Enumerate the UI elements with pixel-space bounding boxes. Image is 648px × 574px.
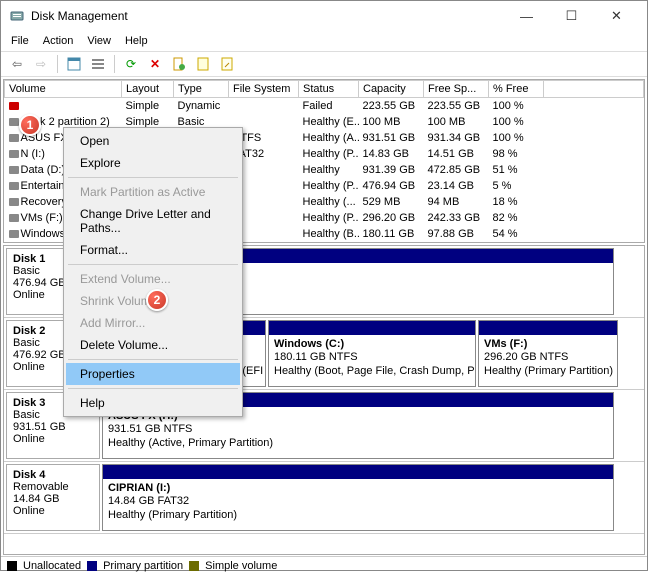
delete-icon[interactable]: ✕ [145,54,165,74]
menu-action[interactable]: Action [43,35,74,47]
ctx-explore[interactable]: Explore [66,152,240,174]
ctx-delete[interactable]: Delete Volume... [66,334,240,356]
partition[interactable]: CIPRIAN (I:)14.84 GB FAT32Healthy (Prima… [102,464,614,531]
legend: Unallocated Primary partition Simple vol… [1,556,647,574]
close-button[interactable]: ✕ [594,2,639,30]
props-icon[interactable] [169,54,189,74]
callout-badge-1: 1 [19,114,41,136]
refresh-icon[interactable]: ⟳ [121,54,141,74]
volume-headers[interactable]: VolumeLayoutTypeFile SystemStatusCapacit… [5,81,644,98]
disk-row: Disk 4Removable14.84 GBOnlineCIPRIAN (I:… [4,462,644,534]
maximize-button[interactable]: ☐ [549,2,594,30]
menubar: File Action View Help [1,31,647,51]
menu-help[interactable]: Help [125,35,148,47]
ctx-format[interactable]: Format... [66,239,240,261]
menu-view[interactable]: View [87,35,111,47]
callout-badge-2: 2 [146,289,168,311]
app-icon [9,8,25,24]
ctx-extend: Extend Volume... [66,268,240,290]
ctx-help[interactable]: Help [66,392,240,414]
ctx-change[interactable]: Change Drive Letter and Paths... [66,203,240,239]
partition[interactable]: VMs (F:)296.20 GB NTFSHealthy (Primary P… [478,320,618,387]
action-icon[interactable] [217,54,237,74]
list-icon[interactable] [88,54,108,74]
menu-file[interactable]: File [11,35,29,47]
help-icon[interactable] [193,54,213,74]
volume-row[interactable]: SimpleDynamicFailed223.55 GB223.55 GB100… [5,98,644,114]
ctx-mirror: Add Mirror... [66,312,240,334]
window-title: Disk Management [31,9,504,23]
back-icon[interactable]: ⇦ [7,54,27,74]
titlebar: Disk Management — ☐ ✕ [1,1,647,31]
forward-icon[interactable]: ⇨ [31,54,51,74]
ctx-mark: Mark Partition as Active [66,181,240,203]
view-icon[interactable] [64,54,84,74]
context-menu: Open Explore Mark Partition as Active Ch… [63,127,243,417]
ctx-open[interactable]: Open [66,130,240,152]
ctx-properties[interactable]: Properties [66,363,240,385]
minimize-button[interactable]: — [504,2,549,30]
partition[interactable]: Windows (C:)180.11 GB NTFSHealthy (Boot,… [268,320,476,387]
toolbar: ⇦ ⇨ ⟳ ✕ [1,51,647,77]
